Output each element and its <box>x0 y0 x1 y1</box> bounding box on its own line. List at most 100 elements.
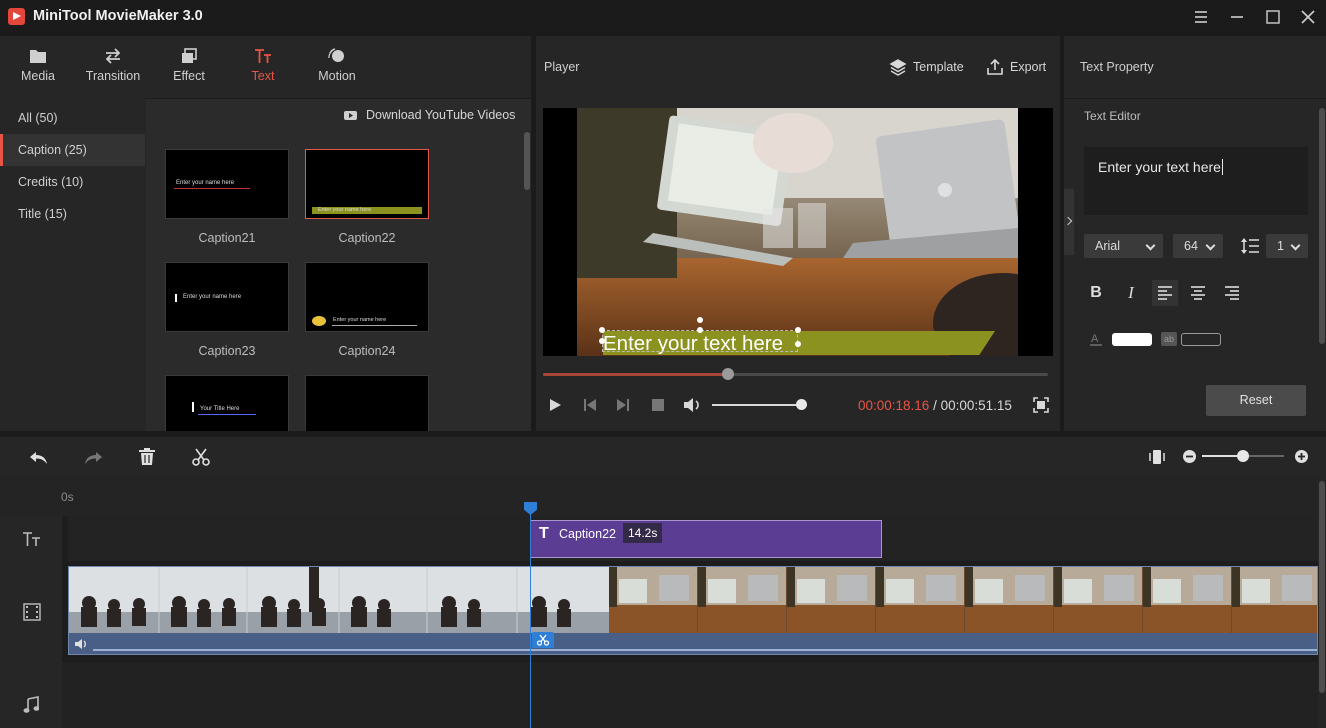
font-size-select[interactable]: 64 <box>1173 234 1223 258</box>
split-marker[interactable] <box>532 632 554 648</box>
close-icon[interactable] <box>1293 4 1323 30</box>
text-editor-label: Text Editor <box>1084 109 1141 123</box>
bold-icon: B <box>1090 284 1102 301</box>
time-separator: / <box>929 398 940 413</box>
volume-slider-track[interactable] <box>712 404 806 406</box>
text-property-title: Text Property <box>1080 60 1154 74</box>
thumb-underline <box>174 188 250 189</box>
split-button[interactable] <box>192 448 210 469</box>
align-right-button[interactable] <box>1219 280 1245 306</box>
text-editor-input[interactable]: Enter your text here <box>1084 147 1308 215</box>
clip-frame-thumbnail <box>1054 567 1143 633</box>
toolbar-motion[interactable]: Motion <box>314 42 360 92</box>
clip-audio-icon[interactable] <box>75 638 89 653</box>
skip-back-icon <box>582 397 598 413</box>
video-clip[interactable] <box>68 566 1318 655</box>
time-display: 00:00:18.16 / 00:00:51.15 <box>858 398 1012 413</box>
redo-button[interactable] <box>83 448 103 469</box>
library-scrollbar[interactable] <box>524 132 530 190</box>
thumbnail-caption24[interactable]: Enter your name here <box>305 262 429 332</box>
music-track <box>62 662 1318 728</box>
timeline-scrollbar[interactable] <box>1319 481 1325 693</box>
toolbar-label: Text <box>252 69 275 83</box>
caption-clip[interactable]: T Caption22 14.2s <box>530 520 882 558</box>
resize-handle[interactable] <box>795 341 801 347</box>
font-family-select[interactable]: Arial <box>1084 234 1163 258</box>
fit-timeline-button[interactable] <box>1149 448 1165 469</box>
thumbnail-caption21[interactable]: Enter your name here <box>165 149 289 219</box>
total-time: 00:00:51.15 <box>941 398 1012 413</box>
export-label: Export <box>1010 60 1046 74</box>
thumb-label: Caption23 <box>165 344 289 358</box>
line-spacing-select[interactable]: 1 <box>1266 234 1308 258</box>
align-right-icon <box>1219 280 1245 306</box>
menu-icon[interactable] <box>1186 4 1216 30</box>
align-left-button[interactable] <box>1152 280 1178 306</box>
clip-frame-thumbnail <box>1143 567 1232 633</box>
italic-button[interactable]: I <box>1119 282 1143 304</box>
previous-frame-button[interactable] <box>582 397 598 416</box>
align-center-icon <box>1185 280 1211 306</box>
sidebar-item-credits[interactable]: Credits (10) <box>0 166 145 198</box>
redo-icon <box>83 448 103 466</box>
volume-button[interactable] <box>683 396 703 417</box>
video-track-icon <box>23 603 41 624</box>
text-color-swatch[interactable] <box>1112 333 1152 346</box>
align-left-icon <box>1152 280 1178 306</box>
fullscreen-button[interactable] <box>1033 397 1049 416</box>
toolbar-text[interactable]: Text <box>243 42 283 92</box>
video-preview[interactable]: Enter your text here <box>543 108 1053 356</box>
align-center-button[interactable] <box>1185 280 1211 306</box>
sidebar-item-caption[interactable]: Caption (25) <box>0 134 145 166</box>
collapse-panel-tab[interactable] <box>1064 189 1074 255</box>
toolbar-transition[interactable]: Transition <box>82 42 144 92</box>
toolbar-media[interactable]: Media <box>12 42 64 92</box>
volume-slider-handle[interactable] <box>796 399 807 410</box>
thumbnail-caption25[interactable]: Your Title Here <box>165 375 289 431</box>
next-frame-button[interactable] <box>615 397 631 416</box>
thumb-underline <box>198 414 256 415</box>
bold-button[interactable]: B <box>1084 282 1108 304</box>
player-progress-track[interactable] <box>543 373 1048 376</box>
stop-button[interactable] <box>651 398 665 415</box>
property-scrollbar[interactable] <box>1319 108 1325 344</box>
minimize-icon[interactable] <box>1222 4 1252 30</box>
zoom-out-button[interactable] <box>1182 449 1197 467</box>
line-spacing-icon <box>1240 237 1260 258</box>
zoom-slider-handle[interactable] <box>1237 450 1249 462</box>
toolbar-effect[interactable]: Effect <box>165 42 213 92</box>
thumbnail-caption23[interactable]: Enter your name here <box>165 262 289 332</box>
background-color-swatch[interactable] <box>1181 333 1221 346</box>
trash-icon <box>138 448 156 466</box>
text-color-icon: A <box>1090 332 1102 346</box>
thumb-preview-text: Your Title Here <box>200 406 239 412</box>
resize-handle[interactable] <box>599 327 605 333</box>
svg-text:A: A <box>1091 333 1099 345</box>
timeline-ruler[interactable]: 0s <box>0 477 1318 516</box>
player-title: Player <box>544 60 579 74</box>
sidebar-item-title[interactable]: Title (15) <box>0 198 145 230</box>
sidebar-item-all[interactable]: All (50) <box>0 102 145 134</box>
resize-handle[interactable] <box>795 327 801 333</box>
play-button[interactable] <box>547 397 563 416</box>
delete-button[interactable] <box>138 448 156 469</box>
chevron-down-icon <box>1291 241 1301 251</box>
background-color-icon: ab <box>1161 332 1177 346</box>
thumbnail-caption26[interactable] <box>305 375 429 431</box>
scissors-icon <box>192 448 210 466</box>
timeline-zoom-slider[interactable] <box>1202 455 1284 457</box>
resize-handle[interactable] <box>697 327 703 333</box>
play-icon <box>547 397 563 413</box>
text-icon <box>254 48 272 64</box>
undo-button[interactable] <box>29 448 49 469</box>
maximize-icon[interactable] <box>1258 4 1288 30</box>
rotate-handle[interactable] <box>697 317 703 323</box>
thumbnail-caption22[interactable]: Enter your name here <box>305 149 429 219</box>
chevron-down-icon <box>1146 241 1156 251</box>
reset-button[interactable]: Reset <box>1206 385 1306 416</box>
chevron-right-icon <box>1064 217 1072 225</box>
library-content: Download YouTube Videos Enter your name … <box>146 99 531 431</box>
resize-handle[interactable] <box>599 338 605 344</box>
zoom-in-button[interactable] <box>1294 449 1309 467</box>
player-progress-handle[interactable] <box>722 368 734 380</box>
